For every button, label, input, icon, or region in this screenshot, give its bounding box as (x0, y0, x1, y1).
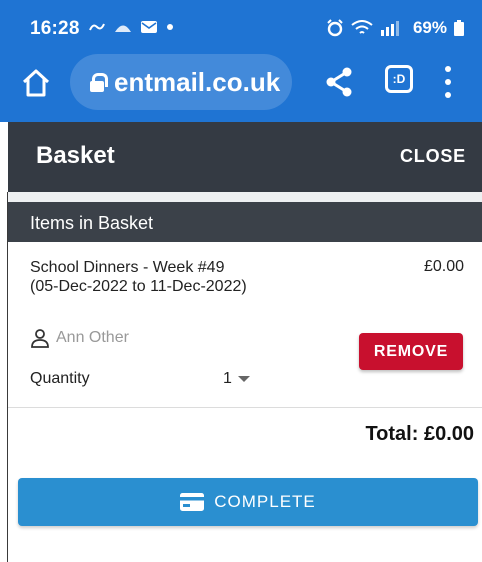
link-icon (89, 23, 105, 31)
browser-chrome: 16:28 69% entmail.co.uk:D (0, 0, 482, 122)
system-icons: 69% (326, 18, 464, 38)
share-icon[interactable] (324, 66, 354, 98)
home-icon[interactable] (22, 68, 50, 98)
status-bar: 16:28 69% (0, 0, 482, 50)
page-title: Basket (36, 142, 115, 169)
app-notification-icon (115, 25, 131, 32)
item-name: School Dinners - Week #49 (05-Dec-2022 t… (30, 259, 247, 295)
dot-icon (167, 24, 173, 30)
address-bar[interactable]: entmail.co.uk (70, 54, 292, 110)
more-menu-icon[interactable] (444, 66, 452, 98)
quantity-value: 1 (223, 370, 232, 387)
notification-icons (88, 20, 174, 34)
signal-icon (380, 21, 399, 36)
address-bar-row: entmail.co.uk :D (0, 50, 482, 122)
person-icon (31, 329, 49, 348)
lock-icon (90, 72, 108, 92)
tab-switcher-button[interactable]: :D (385, 65, 413, 93)
credit-card-icon (180, 493, 205, 511)
tab-switcher-label: :D (392, 72, 406, 86)
url-text: entmail.co.uk (114, 66, 281, 97)
person-name: Ann Other (56, 329, 129, 346)
basket-header: Basket CLOSE (8, 122, 482, 192)
item-price: £0.00 (423, 258, 464, 275)
section-label: Items in Basket (30, 213, 154, 233)
status-time: 16:28 (30, 18, 80, 39)
alarm-icon (327, 19, 343, 37)
battery-percent: 69% (412, 18, 447, 37)
remove-button[interactable]: REMOVE (359, 333, 463, 370)
complete-label: COMPLETE (214, 492, 316, 511)
mail-icon (141, 21, 157, 33)
complete-button[interactable]: COMPLETE (18, 478, 478, 526)
quantity-label: Quantity (30, 370, 90, 387)
items-section-header: Items in Basket (8, 202, 482, 242)
battery-icon (454, 20, 464, 36)
close-button[interactable]: CLOSE (400, 146, 466, 167)
chevron-down-icon (237, 376, 250, 382)
basket-item: School Dinners - Week #49 (05-Dec-2022 t… (8, 242, 482, 407)
divider (8, 407, 482, 408)
wifi-icon (351, 20, 373, 34)
basket-total: Total: £0.00 (365, 423, 474, 445)
quantity-select[interactable]: 1 (223, 370, 250, 388)
header-gap (8, 192, 482, 202)
item-person: Ann Other (30, 328, 129, 348)
